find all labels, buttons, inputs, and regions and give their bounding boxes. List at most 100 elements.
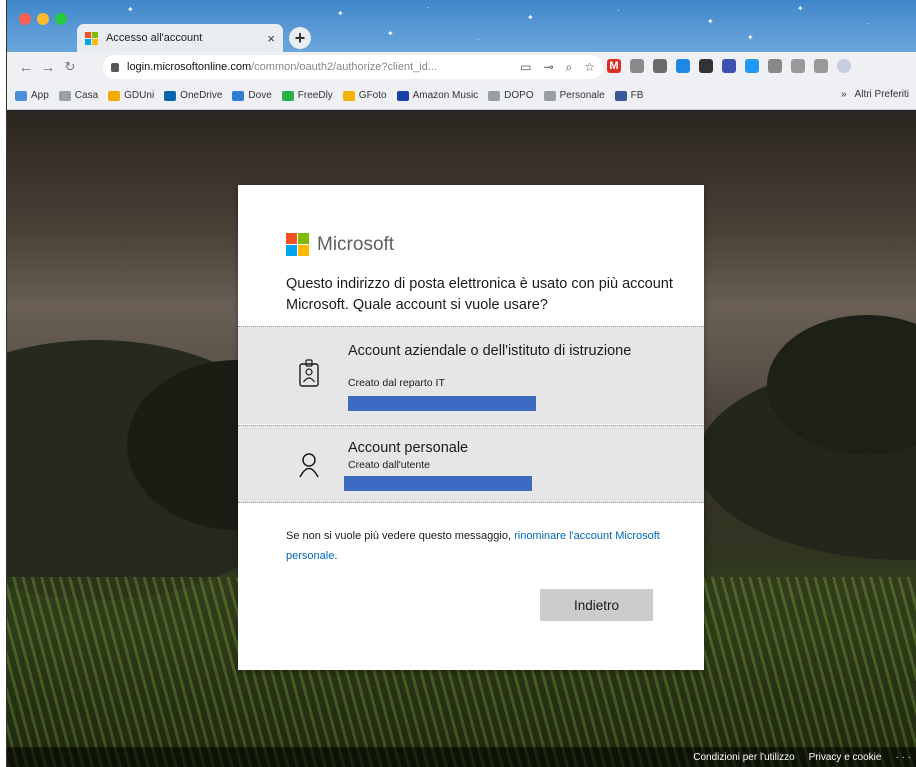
star-decoration: ✦ bbox=[797, 4, 804, 13]
bookmark-item[interactable]: DOPO bbox=[488, 90, 534, 101]
bookmark-item[interactable]: GFoto bbox=[342, 90, 387, 101]
work-account-option[interactable]: Account aziendale o dell'istituto di ist… bbox=[238, 326, 704, 424]
bookmark-label: Casa bbox=[74, 90, 99, 101]
extension-icon[interactable] bbox=[722, 59, 736, 73]
more-options-icon[interactable]: · · · bbox=[895, 752, 911, 763]
url-host: login.microsoftonline.com bbox=[127, 61, 252, 73]
gmail-extension-icon[interactable]: M bbox=[607, 59, 621, 73]
bookmark-icon bbox=[396, 90, 409, 101]
star-decoration: · bbox=[427, 3, 430, 12]
bookmark-label: Personale bbox=[559, 90, 605, 101]
new-tab-button[interactable]: + bbox=[289, 27, 311, 49]
extension-icon[interactable] bbox=[791, 59, 805, 73]
microsoft-logo-icon bbox=[286, 233, 309, 256]
microsoft-favicon-icon bbox=[85, 31, 98, 45]
bookmark-label: GFoto bbox=[358, 90, 387, 101]
work-account-subtitle: Creato dal reparto IT bbox=[348, 377, 445, 389]
extension-icon[interactable] bbox=[768, 59, 782, 73]
bookmark-label: Amazon Music bbox=[412, 90, 479, 101]
tab-strip: ✦ ✦ · ✦ · ✦ ✦ · ✦ · ✦ Accesso all'accoun… bbox=[7, 0, 916, 52]
bookmark-item[interactable]: Personale bbox=[543, 90, 605, 101]
brand-name: Microsoft bbox=[317, 233, 395, 255]
bookmark-icon bbox=[342, 90, 355, 101]
browser-toolbar: ← → ↻ login.microsoftonline.com /common/… bbox=[7, 52, 916, 82]
bookmark-icon bbox=[488, 90, 501, 101]
star-decoration: ✦ bbox=[387, 29, 394, 38]
note-text: Se non si vuole più vedere questo messag… bbox=[286, 530, 515, 542]
personal-account-title: Account personale bbox=[348, 440, 469, 456]
page-footer: Condizioni per l'utilizzo Privacy e cook… bbox=[7, 747, 916, 767]
bookmark-icon bbox=[281, 90, 294, 101]
star-decoration: ✦ bbox=[127, 5, 134, 14]
extension-icon[interactable] bbox=[630, 59, 644, 73]
redacted-email-bar bbox=[344, 476, 532, 491]
extension-icon[interactable] bbox=[814, 59, 828, 73]
bookmark-icon bbox=[543, 90, 556, 101]
profile-avatar[interactable] bbox=[837, 59, 851, 73]
rename-note: Se non si vuole più vedere questo messag… bbox=[286, 526, 676, 566]
bookmark-star-icon[interactable]: ☆ bbox=[584, 60, 595, 75]
note-suffix: . bbox=[334, 550, 338, 562]
reload-icon[interactable]: ↻ bbox=[59, 59, 81, 75]
work-account-title: Account aziendale o dell'istituto di ist… bbox=[348, 343, 632, 359]
bookmark-icon bbox=[164, 90, 177, 101]
personal-account-option[interactable]: Account personale Creato dall'utente bbox=[238, 425, 704, 503]
back-button[interactable]: Indietro bbox=[540, 589, 653, 621]
extension-icon[interactable] bbox=[699, 59, 713, 73]
extension-icons: M bbox=[607, 59, 851, 73]
account-picker-dialog: Microsoft Questo indirizzo di posta elet… bbox=[238, 185, 704, 670]
url-path: /common/oauth2/authorize?client_id... bbox=[251, 61, 438, 73]
bookmark-item[interactable]: Casa bbox=[58, 90, 99, 101]
window-close-button[interactable] bbox=[19, 13, 31, 25]
account-prompt: Questo indirizzo di posta elettronica è … bbox=[286, 276, 673, 313]
other-bookmarks-folder[interactable]: Altri Preferiti bbox=[855, 89, 909, 100]
bookmarks-more-button[interactable]: » bbox=[841, 89, 847, 100]
privacy-link[interactable]: Privacy e cookie bbox=[809, 752, 882, 763]
bookmark-item[interactable]: OneDrive bbox=[164, 90, 222, 101]
bookmark-icon bbox=[58, 90, 71, 101]
browser-window: ✦ ✦ · ✦ · ✦ ✦ · ✦ · ✦ Accesso all'accoun… bbox=[6, 0, 916, 767]
bookmark-item[interactable]: Dove bbox=[232, 90, 272, 101]
bookmark-item[interactable]: FB bbox=[614, 90, 644, 101]
lock-icon bbox=[111, 62, 119, 72]
cast-icon[interactable]: ▭ bbox=[520, 60, 531, 75]
forward-arrow-icon[interactable]: → bbox=[37, 59, 59, 76]
redacted-email-bar bbox=[348, 396, 536, 411]
extension-icon[interactable] bbox=[653, 59, 667, 73]
extension-icon[interactable] bbox=[676, 59, 690, 73]
bookmark-label: OneDrive bbox=[180, 90, 223, 101]
bookmark-item[interactable]: Amazon Music bbox=[396, 90, 479, 101]
window-minimize-button[interactable] bbox=[37, 13, 49, 25]
bookmark-label: App bbox=[31, 90, 49, 101]
bookmark-item[interactable]: GDUni bbox=[108, 90, 154, 101]
extension-icon[interactable] bbox=[745, 59, 759, 73]
star-decoration: ✦ bbox=[707, 17, 714, 26]
bookmark-icon bbox=[108, 90, 121, 101]
key-icon[interactable]: ⊸ bbox=[543, 60, 553, 75]
bookmark-label: FreeDly bbox=[297, 90, 333, 101]
tab-active[interactable]: Accesso all'account × bbox=[77, 24, 283, 52]
back-arrow-icon[interactable]: ← bbox=[15, 59, 37, 76]
window-maximize-button[interactable] bbox=[55, 13, 67, 25]
bookmarks-overflow: » Altri Preferiti bbox=[841, 89, 909, 100]
login-page: Microsoft Questo indirizzo di posta elet… bbox=[7, 110, 916, 767]
star-decoration: ✦ bbox=[337, 9, 344, 18]
person-icon bbox=[298, 452, 320, 483]
bookmark-label: FB bbox=[630, 90, 644, 101]
bookmark-item[interactable]: FreeDly bbox=[281, 90, 333, 101]
bookmark-item[interactable]: App bbox=[15, 90, 49, 101]
tab-close-icon[interactable]: × bbox=[267, 31, 275, 46]
terms-link[interactable]: Condizioni per l'utilizzo bbox=[693, 752, 794, 763]
personal-account-subtitle: Creato dall'utente bbox=[348, 459, 430, 471]
star-decoration: · bbox=[477, 35, 480, 44]
bookmark-label: DOPO bbox=[504, 90, 534, 101]
star-decoration: ✦ bbox=[527, 13, 534, 22]
bookmark-label: GDUni bbox=[124, 90, 155, 101]
bookmark-icon bbox=[232, 90, 245, 101]
zoom-icon[interactable]: ⌕ bbox=[566, 60, 573, 75]
star-decoration: · bbox=[617, 6, 620, 15]
star-decoration: · bbox=[867, 19, 870, 28]
microsoft-logo: Microsoft bbox=[286, 233, 394, 256]
address-bar[interactable]: login.microsoftonline.com /common/oauth2… bbox=[103, 55, 603, 79]
badge-icon bbox=[298, 359, 320, 392]
